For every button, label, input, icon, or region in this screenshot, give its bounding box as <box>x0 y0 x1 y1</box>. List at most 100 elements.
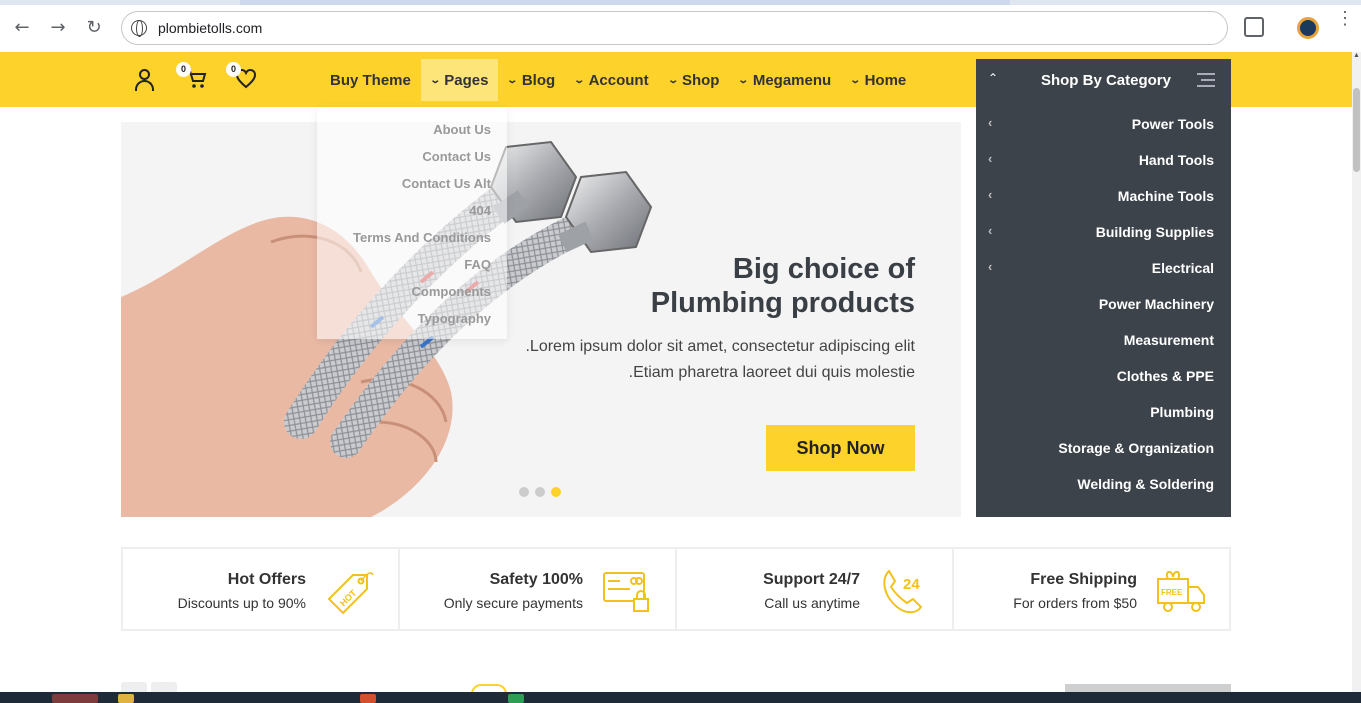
page-scrollbar[interactable]: ▲ <box>1352 52 1361 692</box>
category-item-hand-tools[interactable]: ‹ Hand Tools <box>976 142 1231 178</box>
browser-toolbar: ← → ↻ plombietolls.com ⋮ <box>0 0 1361 52</box>
os-taskbar <box>0 692 1361 703</box>
cart-icon[interactable]: 0 <box>176 62 210 92</box>
slider-dot-1[interactable] <box>519 487 529 497</box>
category-item-clothes-ppe[interactable]: Clothes & PPE <box>976 358 1231 394</box>
url-text[interactable]: plombietolls.com <box>158 20 262 36</box>
chevron-down-icon: ⌄ <box>666 74 679 86</box>
chevron-down-icon: ⌄ <box>849 74 862 86</box>
site-info-icon[interactable] <box>131 20 147 37</box>
category-item-electrical[interactable]: ‹ Electrical <box>976 250 1231 286</box>
hero-slider: Big choice of Plumbing products .Lorem i… <box>121 122 961 517</box>
taskbar-app[interactable] <box>508 694 524 703</box>
menu-account[interactable]: ⌄ Account <box>565 59 658 101</box>
scroll-up-icon[interactable]: ▲ <box>1353 52 1360 60</box>
slider-dots <box>519 487 561 497</box>
browser-menu-icon[interactable]: ⋮ <box>1336 9 1354 27</box>
tab-strip <box>0 0 1361 5</box>
category-item-plumbing[interactable]: Plumbing <box>976 394 1231 430</box>
svg-text:HOT: HOT <box>338 587 359 608</box>
category-header[interactable]: ⌃ Shop By Category <box>976 59 1231 101</box>
menu-buy-theme[interactable]: Buy Theme <box>320 59 421 101</box>
chevron-left-icon: ‹ <box>988 115 993 130</box>
profile-avatar[interactable] <box>1297 17 1319 39</box>
feature-title: Hot Offers <box>227 571 306 588</box>
section-title <box>1065 684 1231 692</box>
category-item-machine-tools[interactable]: ‹ Machine Tools <box>976 178 1231 214</box>
delivery-truck-icon: FREE <box>1157 571 1205 612</box>
dropdown-item-components[interactable]: Components <box>412 284 491 299</box>
dropdown-item-terms[interactable]: Terms And Conditions <box>353 230 491 245</box>
category-item-power-machinery[interactable]: Power Machinery <box>976 286 1231 322</box>
taskbar-app[interactable] <box>360 694 376 703</box>
menu-home[interactable]: ⌄ Home <box>841 59 916 101</box>
chevron-left-icon: ‹ <box>988 151 993 166</box>
menu-pages[interactable]: ⌄ Pages <box>420 59 499 101</box>
feature-title: Free Shipping <box>1030 571 1137 588</box>
feature-title: Support 24/7 <box>763 571 860 588</box>
svg-text:24: 24 <box>903 576 920 593</box>
feature-title: Safety 100% <box>489 571 583 588</box>
chevron-left-icon: ‹ <box>988 223 993 238</box>
category-sidebar: ⌃ Shop By Category ‹ Power Tools ‹ Hand To… <box>976 59 1231 517</box>
menu-shop[interactable]: ⌄ Shop <box>659 59 730 101</box>
dropdown-item-contact-us[interactable]: Contact Us <box>422 149 491 164</box>
scrollbar-thumb[interactable] <box>1353 88 1360 172</box>
phone-24-icon: 24 <box>883 569 923 614</box>
dropdown-item-contact-us-alt[interactable]: Contact Us Alt <box>402 176 491 191</box>
below-fold-content <box>121 680 1231 692</box>
cart-count-badge: 0 <box>176 62 191 77</box>
dropdown-item-about-us[interactable]: About Us <box>433 122 491 137</box>
menu-icon[interactable] <box>1197 73 1215 87</box>
hero-text-line2: .Etiam pharetra laoreet dui quis molesti… <box>628 364 915 381</box>
chevron-left-icon: ‹ <box>988 259 993 274</box>
menu-megamenu[interactable]: ⌄ Megamenu <box>729 59 841 101</box>
hero-text-line1: .Lorem ipsum dolor sit amet, consectetur… <box>525 338 915 355</box>
price-tag-icon: HOT <box>327 572 374 615</box>
chevron-down-icon: ⌄ <box>429 74 441 86</box>
menu-blog[interactable]: ⌄ Blog <box>498 59 565 101</box>
feature-free-shipping: Free Shipping For orders from $50 FREE <box>954 549 1229 629</box>
chevron-left-icon: ‹ <box>988 187 993 202</box>
category-item-welding[interactable]: Welding & Soldering <box>976 466 1231 502</box>
back-button[interactable]: ← <box>10 16 34 40</box>
slider-dot-2[interactable] <box>535 487 545 497</box>
feature-subtitle: Call us anytime <box>764 595 860 611</box>
svg-text:FREE: FREE <box>1161 588 1183 597</box>
category-item-storage[interactable]: Storage & Organization <box>976 430 1231 466</box>
dropdown-item-404[interactable]: 404 <box>469 203 491 218</box>
slider-dot-3[interactable] <box>551 487 561 497</box>
shop-now-button[interactable]: Shop Now <box>766 425 915 471</box>
wishlist-icon[interactable]: 0 <box>226 62 259 92</box>
category-list: ‹ Power Tools ‹ Hand Tools ‹ Machine Tools … <box>976 106 1231 502</box>
hero-title-line2: Plumbing products <box>650 287 915 319</box>
filter-pill[interactable] <box>471 684 507 692</box>
taskbar-app[interactable] <box>118 694 134 703</box>
hero-text: .Lorem ipsum dolor sit amet, consectetur… <box>525 334 915 386</box>
features-strip: Hot Offers Discounts up to 90% HOT Safet… <box>121 547 1231 631</box>
category-item-building-supplies[interactable]: ‹ Building Supplies <box>976 214 1231 250</box>
feature-hot-offers: Hot Offers Discounts up to 90% HOT <box>123 549 400 629</box>
account-icon[interactable] <box>133 68 157 92</box>
address-bar[interactable]: plombietolls.com <box>121 11 1228 45</box>
category-item-power-tools[interactable]: ‹ Power Tools <box>976 106 1231 142</box>
reload-button[interactable]: ↻ <box>82 16 106 40</box>
wishlist-count-badge: 0 <box>226 62 241 77</box>
feature-subtitle: Discounts up to 90% <box>177 595 306 611</box>
taskbar-app[interactable] <box>52 694 98 703</box>
dropdown-item-typography[interactable]: Typography <box>418 311 491 326</box>
chevron-down-icon: ⌄ <box>506 74 519 86</box>
next-arrow-button[interactable] <box>151 682 177 692</box>
chevron-down-icon: ⌄ <box>573 74 586 86</box>
prev-arrow-button[interactable] <box>121 682 147 692</box>
feature-support: Support 24/7 Call us anytime 24 <box>677 549 954 629</box>
extensions-icon[interactable] <box>1244 17 1264 37</box>
category-item-measurement[interactable]: Measurement <box>976 322 1231 358</box>
dropdown-item-faq[interactable]: FAQ <box>464 257 491 272</box>
forward-button[interactable]: → <box>46 16 70 40</box>
active-tab[interactable] <box>240 0 1010 5</box>
hero-title: Big choice of Plumbing products <box>651 252 915 320</box>
chevron-up-icon: ⌃ <box>988 71 999 85</box>
category-title: Shop By Category <box>1040 72 1171 89</box>
chevron-down-icon: ⌄ <box>737 74 750 86</box>
